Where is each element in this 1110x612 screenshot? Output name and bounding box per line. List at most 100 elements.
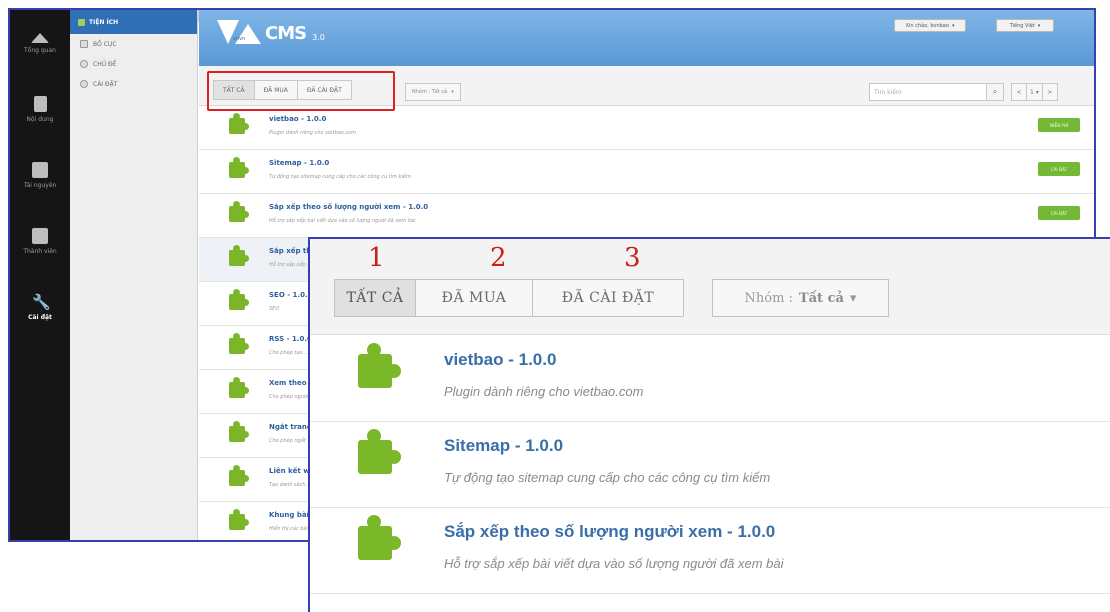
group-select[interactable]: Nhóm : Tất cả ▾: [712, 279, 889, 317]
install-button[interactable]: CÀI ĐẶT: [1038, 206, 1080, 220]
sub-nav-item-settings[interactable]: CÀI ĐẶT: [70, 74, 197, 94]
rail-item-resources[interactable]: Tài nguyên: [10, 142, 70, 208]
folder-icon: [32, 161, 48, 178]
tab-all[interactable]: TẤT CẢ: [213, 80, 255, 100]
sub-nav-item-label: BỐ CỤC: [93, 40, 117, 48]
logo-brand: vnvn: [233, 36, 246, 42]
rail-label: Tổng quan: [24, 46, 56, 54]
user-menu-button[interactable]: Xin chào, bvnbao ▾: [894, 19, 966, 32]
plugin-desc: Cho phép tạo ...: [269, 350, 309, 356]
plugin-desc: Tự động tạo sitemap cung cấp cho các côn…: [269, 174, 411, 180]
search-icon[interactable]: ⌕: [986, 83, 1004, 101]
sub-nav-item-theme[interactable]: CHỦ ĐỀ: [70, 54, 197, 74]
document-icon: [33, 95, 47, 112]
rail-item-members[interactable]: Thành viên: [10, 208, 70, 274]
next-page-button[interactable]: >: [1041, 83, 1058, 101]
plugin-name[interactable]: Sitemap - 1.0.0: [269, 159, 329, 167]
chevron-down-icon: ▾: [451, 89, 454, 95]
install-button[interactable]: CÀI ĐẶT: [1038, 162, 1080, 176]
logo-version: 3.0: [312, 32, 325, 42]
group-select[interactable]: Nhóm : Tất cả ▾: [405, 83, 461, 101]
plugin-desc: Plugin dành riêng cho vietbao.com: [269, 130, 357, 136]
puzzle-icon: [358, 515, 401, 560]
plugin-desc: Tự động tạo sitemap cung cấp cho các côn…: [444, 470, 771, 485]
rail-item-settings[interactable]: 🔧 Cài đặt: [10, 274, 70, 340]
search-input[interactable]: Tìm kiếm: [869, 83, 987, 101]
sub-nav-item-label: CÀI ĐẶT: [93, 80, 118, 88]
language-label: Tiếng Việt: [1009, 22, 1035, 29]
puzzle-icon: [229, 421, 249, 442]
plugin-name[interactable]: Sắp xếp theo số lượng người xem - 1.0.0: [269, 203, 428, 211]
sub-nav-item-layout[interactable]: BỐ CỤC: [70, 34, 197, 54]
plugin-name[interactable]: vietbao - 1.0.0: [444, 350, 556, 370]
rail-label: Thành viên: [23, 247, 57, 255]
prev-page-button[interactable]: <: [1011, 83, 1027, 101]
annotation-number-1: 1: [368, 243, 385, 273]
theme-icon: [80, 60, 88, 68]
filter-tabs-zoomed: TẤT CẢ ĐÃ MUA ĐÃ CÀI ĐẶT: [334, 279, 684, 317]
plugin-desc: Hỗ trợ sắp xếp ...: [269, 262, 313, 268]
home-icon: [31, 32, 49, 43]
sub-nav-header-label: TIỆN ÍCH: [89, 18, 119, 26]
list-item[interactable]: vietbao - 1.0.0 Plugin dành riêng cho vi…: [199, 106, 1094, 150]
plugin-icon: [78, 18, 85, 26]
gear-icon: [80, 80, 88, 88]
plugin-desc: Hỗ trợ sắp xếp bài viết dựa vào số lượng…: [269, 218, 416, 224]
logo-mark-icon: vnvn: [217, 20, 261, 46]
tab-installed[interactable]: ĐÃ CÀI ĐẶT: [296, 80, 352, 100]
puzzle-icon: [229, 245, 249, 266]
sub-nav: TIỆN ÍCH BỐ CỤC CHỦ ĐỀ CÀI ĐẶT: [70, 10, 198, 540]
chevron-down-icon: ▾: [951, 22, 955, 29]
puzzle-icon: [358, 429, 401, 474]
plugin-desc: SEO: [269, 306, 280, 312]
sub-nav-item-label: CHỦ ĐỀ: [93, 60, 117, 68]
wrench-icon: 🔧: [32, 292, 51, 311]
rail-label: Tài nguyên: [23, 181, 57, 189]
list-item[interactable]: Sắp xếp theo số lượng người xem - 1.0.0 …: [199, 194, 1094, 238]
filter-tabs: TẤT CẢ ĐÃ MUA ĐÃ CÀI ĐẶT: [213, 80, 352, 100]
rail-label: Nội dung: [26, 115, 54, 123]
puzzle-icon: [229, 289, 249, 310]
free-button[interactable]: MIỄN PHÍ: [1038, 118, 1080, 132]
puzzle-icon: [229, 377, 249, 398]
list-item[interactable]: Sắp xếp theo số lượng người xem - 1.0.0 …: [310, 508, 1110, 594]
logo-text: CMS: [265, 22, 307, 44]
puzzle-icon: [229, 465, 249, 486]
plugin-name[interactable]: RSS - 1.0.0: [269, 335, 312, 343]
plugin-desc: Plugin dành riêng cho vietbao.com: [444, 384, 644, 399]
rail-item-content[interactable]: Nội dung: [10, 76, 70, 142]
tab-all[interactable]: TẤT CẢ: [334, 279, 416, 317]
puzzle-icon: [229, 201, 249, 222]
zoom-toolbar: 1 2 3 TẤT CẢ ĐÃ MUA ĐÃ CÀI ĐẶT Nhóm : Tấ…: [310, 239, 1110, 335]
plugin-list-zoomed: vietbao - 1.0.0 Plugin dành riêng cho vi…: [310, 336, 1110, 594]
annotation-number-2: 2: [490, 243, 507, 273]
tab-purchased[interactable]: ĐÃ MUA: [415, 279, 533, 317]
group-select-label: Nhóm : Tất cả: [412, 89, 448, 95]
annotation-number-3: 3: [624, 243, 641, 273]
plugin-name[interactable]: vietbao - 1.0.0: [269, 115, 326, 123]
plugin-desc: Hỗ trợ sắp xếp bài viết dựa vào số lượng…: [444, 556, 784, 571]
list-item[interactable]: Sitemap - 1.0.0 Tự động tạo sitemap cung…: [199, 150, 1094, 194]
puzzle-icon: [229, 333, 249, 354]
plugin-name[interactable]: Sitemap - 1.0.0: [444, 436, 563, 456]
tab-installed[interactable]: ĐÃ CÀI ĐẶT: [532, 279, 684, 317]
plugin-name[interactable]: Sắp xếp theo số lượng người xem - 1.0.0: [444, 522, 775, 542]
chevron-down-icon: ▾: [849, 290, 857, 306]
tab-purchased[interactable]: ĐÃ MUA: [253, 80, 298, 100]
rail-label: Cài đặt: [28, 313, 52, 321]
top-bar: vnvn CMS 3.0 Xin chào, bvnbao ▾ Tiếng Vi…: [199, 10, 1094, 66]
list-item[interactable]: Sitemap - 1.0.0 Tự động tạo sitemap cung…: [310, 422, 1110, 508]
chevron-down-icon: ▾: [1037, 22, 1041, 29]
page-select[interactable]: 1 ▾: [1026, 83, 1043, 101]
puzzle-icon: [229, 509, 249, 530]
plugin-name[interactable]: SEO - 1.0.0: [269, 291, 312, 299]
plugin-toolbar: TẤT CẢ ĐÃ MUA ĐÃ CÀI ĐẶT Nhóm : Tất cả ▾…: [199, 66, 1094, 111]
logo[interactable]: vnvn CMS 3.0: [217, 20, 325, 46]
plugin-desc: Tạo danh sách ...: [269, 482, 312, 488]
language-button[interactable]: Tiếng Việt ▾: [996, 19, 1054, 32]
users-icon: [32, 227, 48, 244]
user-greeting: Xin chào, bvnbao: [905, 22, 949, 29]
rail-item-overview[interactable]: Tổng quan: [10, 10, 70, 76]
list-item[interactable]: vietbao - 1.0.0 Plugin dành riêng cho vi…: [310, 336, 1110, 422]
sub-nav-header[interactable]: TIỆN ÍCH: [70, 10, 197, 34]
